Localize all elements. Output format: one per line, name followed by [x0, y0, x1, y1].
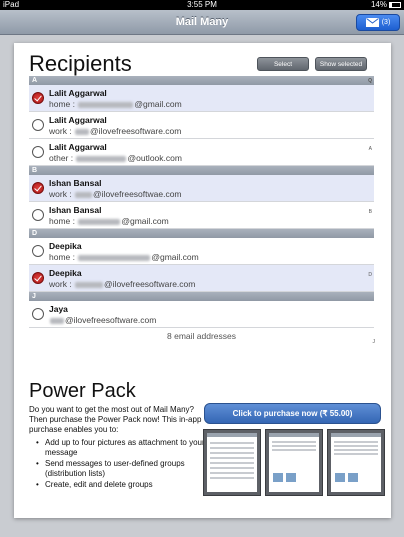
contact-email: work : @ilovefreesoftware.com — [49, 126, 182, 136]
redacted-text — [75, 281, 104, 288]
section-header-b: B — [29, 166, 374, 175]
contact-name: Lalit Aggarwal — [49, 88, 107, 98]
redacted-text — [75, 128, 90, 135]
radio-icon[interactable] — [32, 146, 44, 158]
section-letter: B — [32, 167, 38, 174]
index-a[interactable]: A — [369, 146, 372, 152]
redacted-text — [78, 218, 121, 225]
redacted-text — [75, 191, 93, 198]
envelope-icon — [365, 18, 379, 27]
section-header-j: J — [29, 292, 374, 301]
app-title: Mail Many — [175, 16, 229, 28]
contact-name: Ishan Bansal — [49, 178, 102, 188]
list-item[interactable]: Deepika work : @ilovefreesoftware.com D — [29, 265, 374, 292]
screenshot-thumbnail — [265, 429, 323, 496]
status-bar: iPad 3:55 PM 14% — [0, 0, 404, 10]
contact-email: home : @gmail.com — [49, 216, 169, 226]
section-header-a: AQ — [29, 76, 374, 85]
contact-email: work : @ilovefreesoftwae.com — [49, 189, 182, 199]
battery-icon — [389, 1, 401, 8]
checked-radio-icon[interactable] — [32, 182, 44, 194]
contact-name: Jaya — [49, 304, 68, 314]
screenshot-thumbnail — [203, 429, 261, 496]
main-card: Recipients Select Show selected AQ Lalit… — [14, 43, 391, 518]
contact-name: Deepika — [49, 241, 82, 251]
recipients-heading: Recipients — [29, 51, 132, 76]
feature-item: Add up to four pictures as attachment to… — [36, 438, 206, 458]
index-b[interactable]: B — [369, 209, 372, 215]
recipient-list: AQ Lalit Aggarwal home : @gmail.com Lali… — [29, 76, 374, 328]
contact-email: other : @outlook.com — [49, 153, 182, 163]
list-item[interactable]: Lalit Aggarwal home : @gmail.com — [29, 85, 374, 112]
list-item[interactable]: Lalit Aggarwal work : @ilovefreesoftware… — [29, 112, 374, 139]
power-pack-description: Do you want to get the most out of Mail … — [29, 405, 202, 434]
section-letter: D — [32, 230, 38, 237]
radio-icon[interactable] — [32, 209, 44, 221]
contact-name: Lalit Aggarwal — [49, 142, 107, 152]
contact-name: Deepika — [49, 268, 82, 278]
screenshot-thumbnail — [327, 429, 385, 496]
checked-radio-icon[interactable] — [32, 272, 44, 284]
contact-email: home : @gmail.com — [49, 99, 182, 109]
navigation-bar: Mail Many (3) — [0, 10, 404, 35]
compose-button[interactable]: (3) — [356, 14, 400, 31]
index-d[interactable]: D — [368, 272, 372, 278]
redacted-text — [76, 155, 127, 162]
feature-item: Send messages to user-defined groups (di… — [36, 459, 206, 479]
feature-item: Create, edit and delete groups — [36, 480, 206, 490]
redacted-text — [50, 317, 64, 324]
list-item[interactable]: Jaya @ilovefreesoftware.com — [29, 301, 374, 328]
index-j[interactable]: J — [373, 339, 376, 345]
list-item[interactable]: Ishan Bansal home : @gmail.com B — [29, 202, 374, 229]
contact-email: work : @ilovefreesoftware.com — [49, 279, 196, 289]
radio-icon[interactable] — [32, 119, 44, 131]
show-selected-button[interactable]: Show selected — [315, 57, 367, 71]
clock: 3:55 PM — [187, 0, 217, 9]
select-button[interactable]: Select — [257, 57, 309, 71]
list-item[interactable]: Deepika home : @gmail.com — [29, 238, 374, 265]
power-pack-heading: Power Pack — [29, 380, 136, 402]
battery-percent: 14% — [370, 0, 387, 9]
feature-list: Add up to four pictures as attachment to… — [36, 438, 206, 491]
contact-name: Ishan Bansal — [49, 205, 102, 215]
section-header-d: D — [29, 229, 374, 238]
battery-indicator: 14% — [371, 0, 401, 10]
list-item[interactable]: Lalit Aggarwal other : @outlook.com A — [29, 139, 374, 166]
radio-icon[interactable] — [32, 308, 44, 320]
redacted-text — [78, 101, 134, 108]
redacted-text — [78, 254, 151, 261]
list-item[interactable]: Ishan Bansal work : @ilovefreesoftwae.co… — [29, 175, 374, 202]
section-letter: J — [32, 293, 36, 300]
section-letter: A — [32, 77, 38, 84]
contact-email: home : @gmail.com — [49, 252, 199, 262]
purchase-button[interactable]: Click to purchase now (₹ 55.00) — [204, 403, 381, 424]
email-count: 8 email addresses — [167, 331, 236, 341]
contact-name: Lalit Aggarwal — [49, 115, 107, 125]
contact-email: @ilovefreesoftware.com — [49, 315, 156, 325]
compose-count: (3) — [381, 19, 391, 26]
checked-radio-icon[interactable] — [32, 92, 44, 104]
radio-icon[interactable] — [32, 245, 44, 257]
